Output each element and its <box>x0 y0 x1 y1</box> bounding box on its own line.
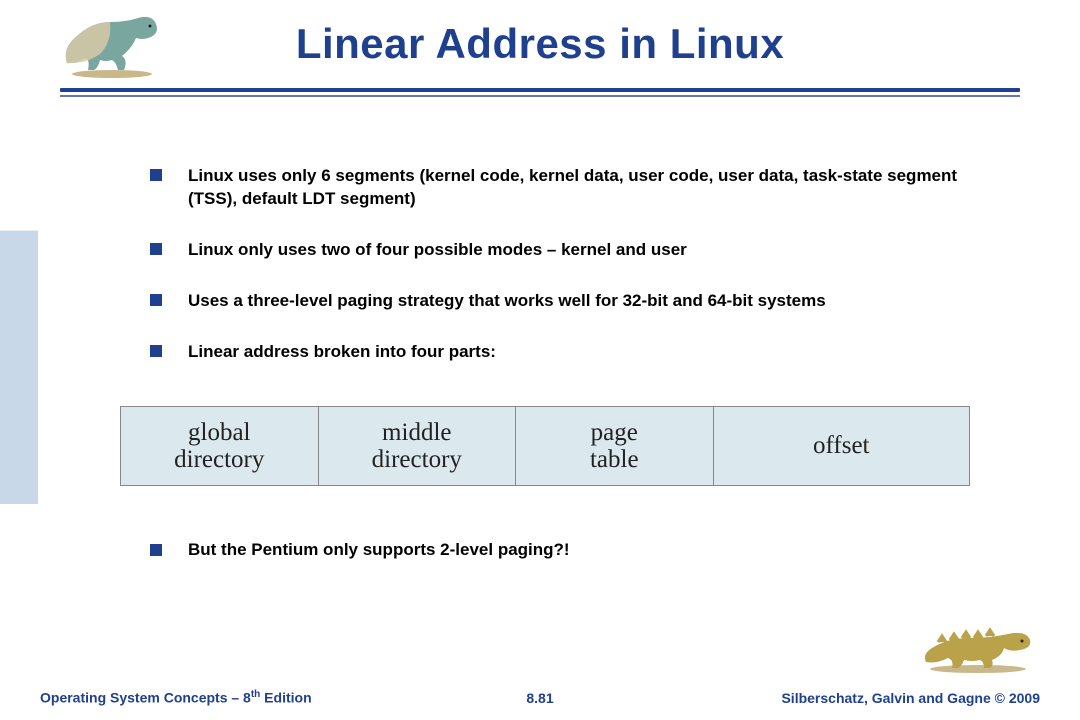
footer-page-number: 8.81 <box>526 690 553 706</box>
bullet-item: But the Pentium only supports 2-level pa… <box>150 540 1000 560</box>
footer-book-title-b: Edition <box>260 690 311 706</box>
cell-label: middledirectory <box>372 419 462 474</box>
bullet-text: Linux only uses two of four possible mod… <box>188 239 1000 262</box>
linear-address-diagram: globaldirectory middledirectory pagetabl… <box>120 406 970 486</box>
bullet-text: Uses a three-level paging strategy that … <box>188 290 1000 313</box>
slide: Linear Address in Linux Linux uses only … <box>0 0 1080 720</box>
cell-label: offset <box>813 432 869 460</box>
bullet-list: Linux uses only 6 segments (kernel code,… <box>150 165 1000 392</box>
footer-edition-ordinal: th <box>251 689 260 700</box>
bullet-item: Linux only uses two of four possible mod… <box>150 239 1000 262</box>
cell-label: globaldirectory <box>174 419 264 474</box>
slide-header: Linear Address in Linux <box>60 20 1020 68</box>
left-accent-bar <box>0 0 38 720</box>
footer-left: Operating System Concepts – 8th Edition <box>40 689 312 706</box>
slide-title: Linear Address in Linux <box>60 20 1020 68</box>
footer-book-title-a: Operating System Concepts – 8 <box>40 690 251 706</box>
diagram-cell-global-directory: globaldirectory <box>121 407 319 485</box>
bullet-square-icon <box>150 169 162 181</box>
dinosaur-bottom-icon <box>918 614 1038 674</box>
bullet-item: Linear address broken into four parts: <box>150 341 1000 364</box>
bullet-text: Linear address broken into four parts: <box>188 341 1000 364</box>
diagram-cell-offset: offset <box>714 407 969 485</box>
footer-copyright: Silberschatz, Galvin and Gagne © 2009 <box>781 690 1040 706</box>
title-rule <box>60 88 1020 92</box>
bullet-square-icon <box>150 243 162 255</box>
title-rule-thin <box>60 95 1020 97</box>
bullet-square-icon <box>150 294 162 306</box>
diagram-cell-page-table: pagetable <box>516 407 714 485</box>
bullet-text: Linux uses only 6 segments (kernel code,… <box>188 165 1000 211</box>
diagram-cell-middle-directory: middledirectory <box>319 407 517 485</box>
bullet-item: Uses a three-level paging strategy that … <box>150 290 1000 313</box>
bullet-square-icon <box>150 544 162 556</box>
bullet-text: But the Pentium only supports 2-level pa… <box>188 540 1000 560</box>
after-bullet-area: But the Pentium only supports 2-level pa… <box>150 540 1000 560</box>
bullet-square-icon <box>150 345 162 357</box>
bullet-item: Linux uses only 6 segments (kernel code,… <box>150 165 1000 211</box>
slide-footer: Operating System Concepts – 8th Edition … <box>0 682 1080 706</box>
cell-label: pagetable <box>590 419 639 474</box>
